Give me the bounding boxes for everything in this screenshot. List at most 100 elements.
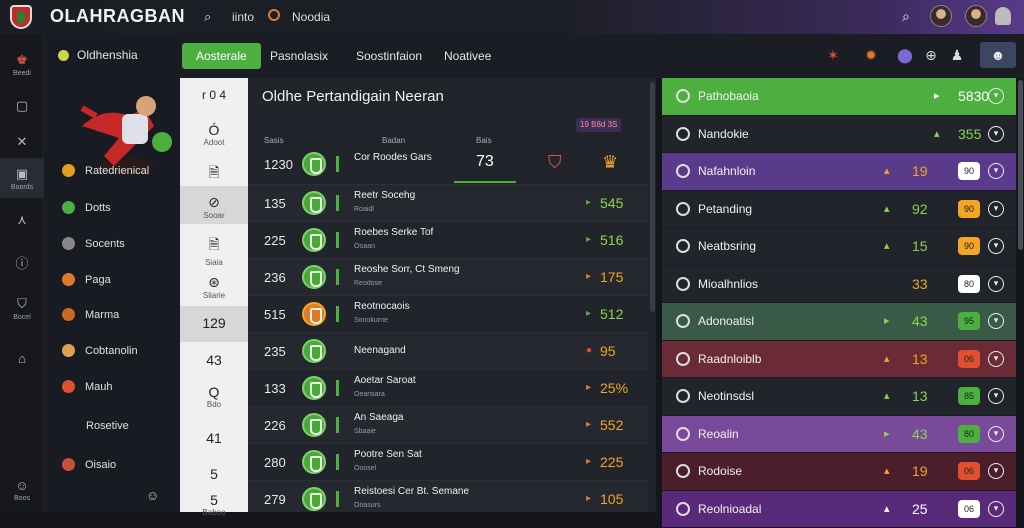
expand-icon[interactable]: ▾ (988, 351, 1004, 367)
standings-row[interactable]: Reolnioadal▴2506▾ (662, 491, 1016, 528)
odd-value[interactable]: 552 (600, 417, 623, 433)
round-cell[interactable]: 41 (180, 430, 248, 446)
category-item[interactable]: Mauh (62, 380, 113, 393)
featured-match-row[interactable]: 1230 Cor Roodes Gars 73 ⛉ ♛ (248, 146, 648, 184)
standings-row[interactable]: Rodoise▴1906▾ (662, 453, 1016, 491)
expand-icon[interactable]: ▾ (988, 88, 1004, 104)
standings-row[interactable]: Pathobaoia▸5830▾ (662, 78, 1016, 116)
sidebar-item-video[interactable]: ▣Boords (0, 158, 44, 198)
sidebar-item-user[interactable]: ☺Boos (0, 472, 44, 508)
match-row[interactable]: 225Roebes Serke TofOoaan▸516 (248, 221, 648, 258)
sidebar-item-home[interactable]: ⌂ (0, 340, 44, 376)
expand-icon[interactable]: ▾ (988, 163, 1004, 179)
standings-row[interactable]: Reoalin▸4380▾ (662, 416, 1016, 454)
round-cell[interactable]: 🗎Siaia (180, 234, 248, 267)
odd-value[interactable]: 105 (600, 491, 623, 507)
standings-row[interactable]: Nandokie▴355▾ (662, 116, 1016, 154)
standings-row[interactable]: Nafahnloin▴1990▾ (662, 153, 1016, 191)
standings-row[interactable]: Mioalhnlios3380▾ (662, 266, 1016, 304)
badge-icon[interactable]: ⬤ (896, 46, 914, 64)
search-label[interactable]: iinto (232, 10, 254, 24)
sidebar-item-card[interactable]: ▢ (0, 88, 44, 124)
standings-row[interactable]: Neotinsdsl▴1385▾ (662, 378, 1016, 416)
form-chip[interactable]: 90 (958, 200, 980, 218)
settings-icon[interactable]: ⊕ (922, 46, 940, 64)
standings-row[interactable]: Petanding▴9290▾ (662, 191, 1016, 229)
odd-value[interactable]: 25% (600, 380, 628, 396)
avatar[interactable] (930, 5, 952, 27)
sidebar-item-cross[interactable]: ✕ (0, 124, 44, 160)
user-icon[interactable]: ♟ (948, 46, 966, 64)
tab-stats[interactable]: Soostinfaion (342, 43, 436, 69)
round-cell[interactable]: ⊛Sliarie (180, 274, 248, 300)
news-link[interactable]: Noodia (292, 10, 330, 24)
match-row[interactable]: 279Reistoesi Cer Bt. SemaneOoasurs▸105 (248, 480, 648, 512)
form-chip[interactable]: 95 (958, 312, 980, 330)
match-row[interactable]: 226An SaeagaSbaaie▸552 (248, 406, 648, 443)
bell-icon[interactable] (995, 7, 1011, 25)
standings-row[interactable]: Raadnloiblb▴1306▾ (662, 341, 1016, 379)
form-chip[interactable]: 06 (958, 350, 980, 368)
odd-value[interactable]: 225 (600, 454, 623, 470)
expand-icon[interactable]: ▾ (988, 313, 1004, 329)
tab-overview[interactable]: Aosterale (182, 43, 261, 69)
match-row[interactable]: 236Reoshe Sorr, Ct SmengReodose▸175 (248, 258, 648, 295)
form-chip[interactable]: 80 (958, 425, 980, 443)
ball-icon[interactable]: ✹ (862, 46, 880, 64)
search-icon[interactable]: ⌕ (902, 8, 910, 25)
round-cell[interactable]: ⊘Sooar (180, 186, 248, 224)
expand-icon[interactable]: ▾ (988, 388, 1004, 404)
ball-icon[interactable] (268, 9, 280, 21)
category-item[interactable]: Oisaio (62, 458, 116, 471)
scrollbar[interactable] (650, 82, 655, 312)
expand-icon[interactable]: ▾ (988, 426, 1004, 442)
category-item[interactable]: Dotts (62, 201, 111, 214)
sidebar-item-trophy[interactable]: ♚Beedi (0, 46, 44, 82)
sidebar-item-net[interactable]: ⋏ (0, 202, 44, 238)
match-row[interactable]: 280Pootre Sen SatOoosel▸225 (248, 443, 648, 480)
expand-icon[interactable]: ▾ (988, 463, 1004, 479)
expand-icon[interactable]: ▾ (988, 126, 1004, 142)
standings-row[interactable]: Neatbsring▴1590▾ (662, 228, 1016, 266)
expand-icon[interactable]: ▾ (988, 238, 1004, 254)
tab-matches[interactable]: Pasnolasix (256, 43, 342, 69)
avatar[interactable] (965, 5, 987, 27)
profile-button[interactable]: ☻ (980, 42, 1016, 68)
expand-icon[interactable]: ▾ (988, 501, 1004, 517)
round-cell[interactable]: 43 (180, 352, 248, 368)
odd-value[interactable]: 175 (600, 269, 623, 285)
form-chip[interactable]: 85 (958, 387, 980, 405)
standings-row[interactable]: Adonoatisl▸4395▾ (662, 303, 1016, 341)
odd-value[interactable]: 516 (600, 232, 623, 248)
category-header[interactable]: Oldhenshia (58, 48, 138, 62)
category-item[interactable]: Marma (62, 308, 119, 321)
shield-icon[interactable]: ⛉ (548, 152, 562, 173)
expand-icon[interactable]: ▾ (988, 276, 1004, 292)
category-item[interactable]: Ratedrienical (62, 164, 149, 177)
match-row[interactable]: 133Aoetar SaroatOearsiara▸25% (248, 369, 648, 406)
sidebar-item-shield[interactable]: ⛉Bocel (0, 290, 44, 326)
match-row[interactable]: 515ReotnocaoisSonokurne▸512 (248, 295, 648, 332)
form-chip[interactable]: 80 (958, 275, 980, 293)
form-chip[interactable]: 06 (958, 500, 980, 518)
category-item[interactable]: Rosetive (86, 420, 129, 432)
app-logo-icon[interactable] (10, 5, 32, 29)
round-cell[interactable]: QBdo (180, 384, 248, 409)
match-row[interactable]: 135Reetr SocehgRoaidl▸545 (248, 184, 648, 221)
category-item[interactable]: Paga (62, 273, 111, 286)
odd-value[interactable]: 512 (600, 306, 623, 322)
form-chip[interactable]: 90 (958, 237, 980, 255)
round-cell[interactable]: ÓAdoot (180, 122, 248, 147)
category-item[interactable]: Cobtanolin (62, 344, 138, 357)
tab-live[interactable]: Noativee (430, 43, 505, 69)
round-cell[interactable]: 🗎 (180, 162, 248, 186)
form-chip[interactable]: 06 (958, 462, 980, 480)
category-item[interactable]: Socents (62, 237, 125, 250)
sidebar-item-info[interactable]: ⓘ (0, 244, 44, 280)
match-row[interactable]: 235Neenagand●95 (248, 332, 648, 369)
chat-icon[interactable]: ☺ (146, 488, 159, 503)
round-cell[interactable]: 5Baboo (180, 492, 248, 517)
scrollbar[interactable] (1018, 80, 1023, 250)
odd-value[interactable]: 95 (600, 343, 616, 359)
crown-icon[interactable]: ♛ (602, 152, 618, 173)
